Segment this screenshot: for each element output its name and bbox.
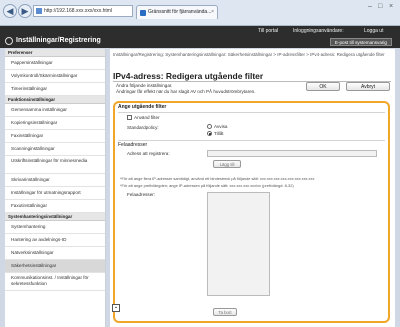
cancel-button[interactable]: Avbryt xyxy=(346,82,390,91)
policy-reject-radio[interactable] xyxy=(207,124,212,129)
sidebar-item-common[interactable]: Gemensamma inställningar xyxy=(5,104,105,117)
register-address-input[interactable] xyxy=(207,150,377,157)
sidebar-item-system-management[interactable]: Systemhantering xyxy=(5,221,105,234)
breadcrumb: Inställningar/Registrering: Systemhanter… xyxy=(113,52,385,57)
add-button[interactable]: Lägg till xyxy=(213,160,241,168)
sidebar-item-fax[interactable]: Faxinställningar xyxy=(5,130,105,143)
policy-label: Standardpolicy: xyxy=(127,125,159,130)
sidebar-item-fax-out[interactable]: Faxutinställningar xyxy=(5,200,105,213)
sidebar-heading-functions: Funktionsinställningar xyxy=(5,96,105,104)
app-title: Inställningar/Registrering xyxy=(16,37,101,44)
settings-logo-icon xyxy=(5,37,13,45)
sidebar-item-communication[interactable]: Kommunikationsinst. / Inställningar för … xyxy=(5,273,105,291)
exceptions-divider xyxy=(118,140,385,141)
range-hint: *För att ange flera IP-adresser samtidig… xyxy=(120,176,315,181)
use-filter-label: Använd filter xyxy=(134,115,160,120)
sidebar-item-paper[interactable]: Pappersinställningar xyxy=(5,57,105,70)
browser-tab[interactable]: Gränssnitt för fjärranvända... × xyxy=(136,5,218,19)
logout-link[interactable]: Logga ut xyxy=(364,28,383,34)
section-divider xyxy=(118,112,385,113)
tab-title: Gränssnitt för fjärranvända... xyxy=(148,9,212,15)
remove-button[interactable]: Ta bort xyxy=(213,308,237,316)
outbound-filter-panel: Ange utgående filter Använd filter Stand… xyxy=(113,101,390,323)
policy-reject-label: Avvisa xyxy=(214,124,228,129)
sidebar-heading-preferences: Preferenser xyxy=(5,49,105,57)
sidebar-heading-system: Systemhanteringsinställningar xyxy=(5,213,105,221)
ok-button[interactable]: OK xyxy=(306,82,340,91)
instruction-note: Ändra följande inställningar. Ändringar … xyxy=(116,83,306,94)
address-text: http://192.168.xxx.xxx/xxx.html xyxy=(44,8,113,14)
app-header: Till portal Inloggningsanvändare: Logga … xyxy=(0,26,400,48)
sidebar-item-printer[interactable]: Skrivarinställningar xyxy=(5,174,105,187)
sidebar-item-security[interactable]: Säkerhetsinställningar xyxy=(5,260,105,273)
register-address-label: Adress att registrera: xyxy=(127,151,170,156)
main-content: Inställningar/Registrering: Systemhanter… xyxy=(110,49,395,327)
maximize-icon[interactable]: □ xyxy=(378,3,382,10)
sidebar-item-scan[interactable]: Scanninginställningar xyxy=(5,143,105,156)
favicon-icon xyxy=(140,10,146,16)
minimize-icon[interactable]: – xyxy=(368,3,372,10)
exceptions-title: Felaadresser xyxy=(118,142,148,148)
forward-button[interactable]: ▶ xyxy=(18,4,32,18)
sidebar: Preferenser Pappersinställningar Volymko… xyxy=(5,49,106,327)
page-title: IPv4-adress: Redigera utgående filter xyxy=(113,71,264,81)
mail-admin-button[interactable]: E-post till systemansvarig xyxy=(329,38,392,46)
sidebar-item-network[interactable]: Nätverksinställningar xyxy=(5,247,105,260)
page-icon xyxy=(36,8,42,14)
prefix-hint: *För att ange prefixlängden; ange IP-adr… xyxy=(120,183,294,188)
use-filter-checkbox[interactable] xyxy=(127,115,132,120)
portal-link[interactable]: Till portal xyxy=(258,28,278,34)
exceptions-list[interactable] xyxy=(207,192,270,296)
exceptions-list-label: Felaadresser: xyxy=(127,192,156,197)
address-bar[interactable]: http://192.168.xxx.xxx/xxx.html xyxy=(33,5,133,17)
login-user-label: Inloggningsanvändare: xyxy=(293,28,344,34)
browser-toolbar: ◀ ▶ http://192.168.xxx.xxx/xxx.html Grän… xyxy=(0,0,400,26)
sidebar-item-department-id[interactable]: Hantering av avdelnings-ID xyxy=(5,234,105,247)
sidebar-item-timer[interactable]: Timerinställningar xyxy=(5,83,105,96)
sidebar-item-report[interactable]: Inställningar för utmatningsrapport xyxy=(5,187,105,200)
tab-close-icon[interactable]: × xyxy=(211,6,214,19)
policy-allow-label: Tillåt xyxy=(214,131,224,136)
sidebar-item-copy[interactable]: Kopieringsinställningar xyxy=(5,117,105,130)
sidebar-item-volume[interactable]: Volymkontroll/Skärminställningar xyxy=(5,70,105,83)
back-button[interactable]: ◀ xyxy=(3,4,17,18)
section-title: Ange utgående filter xyxy=(118,104,167,110)
note-line-2: Ändringar får effekt när du har slagit A… xyxy=(116,88,256,94)
page-status-icon: ▪ xyxy=(112,304,120,312)
policy-allow-radio[interactable] xyxy=(207,131,212,136)
close-window-icon[interactable]: × xyxy=(389,3,393,10)
sidebar-item-media-print[interactable]: Utskriftsinställningar för minnesmedia xyxy=(5,156,105,174)
